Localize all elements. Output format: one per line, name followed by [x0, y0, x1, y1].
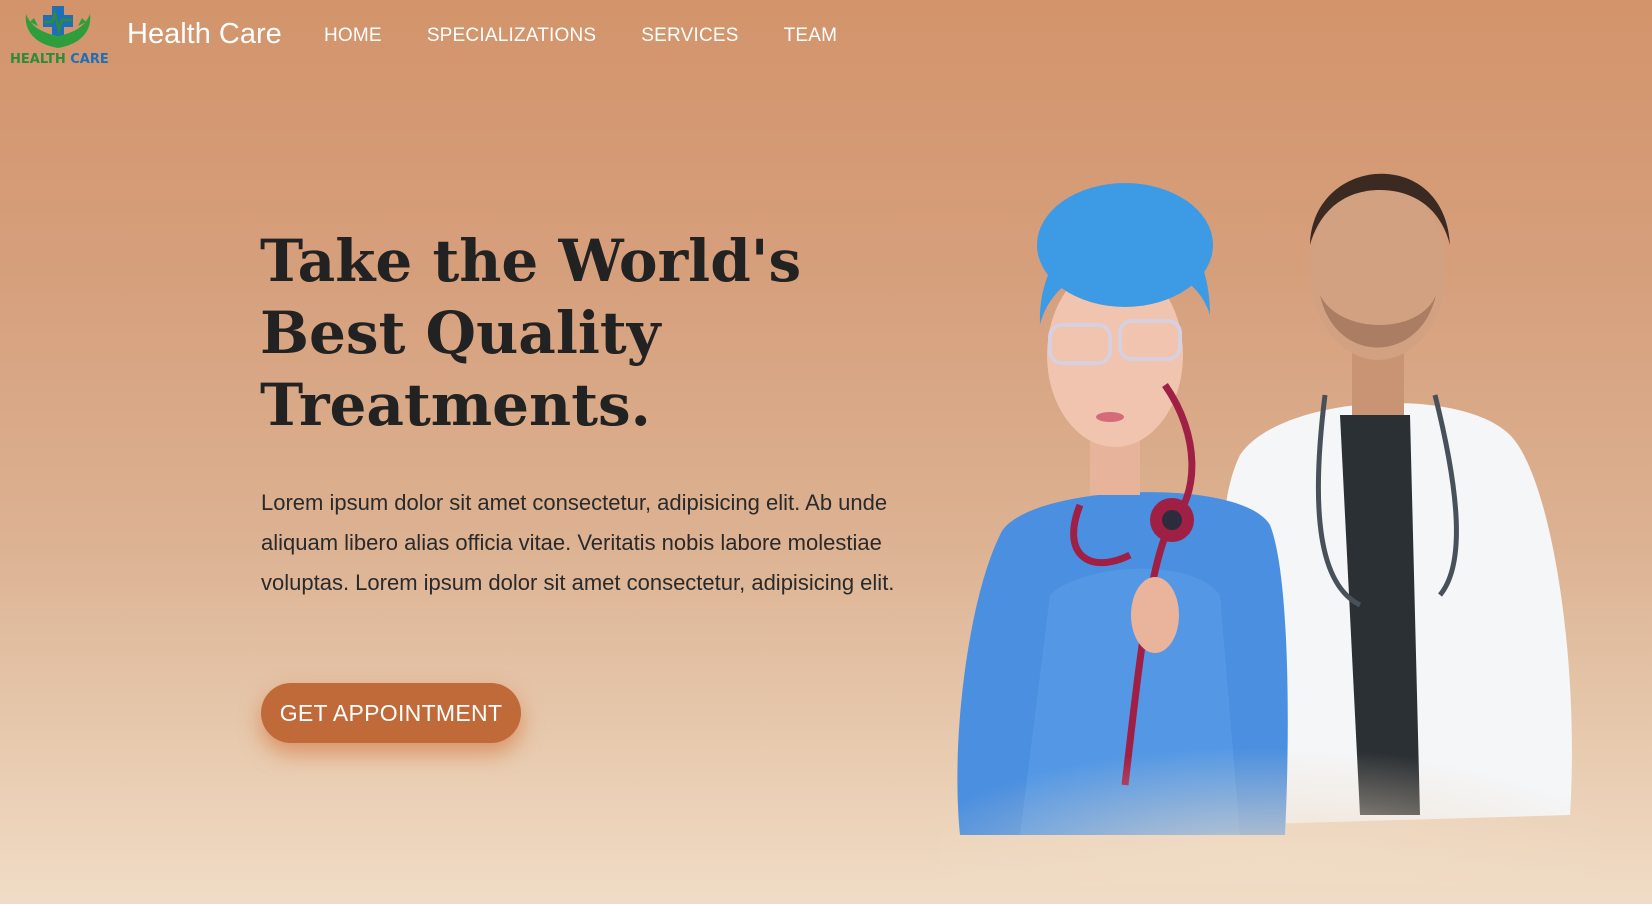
hero-paragraph: Lorem ipsum dolor sit amet consectetur, …	[261, 490, 895, 595]
hero-title-line-2: Best Quality	[260, 299, 661, 367]
nav-link-team[interactable]: TEAM	[784, 25, 838, 47]
logo-text-health: HEALTH	[10, 52, 66, 67]
nav-link-services[interactable]: SERVICES	[641, 25, 738, 47]
health-care-logo[interactable]: HEALTH CARE	[8, 4, 112, 68]
navbar: HEALTH CARE Health Care HOME SPECIALIZAT…	[0, 0, 1652, 74]
logo-text-care: CARE	[70, 52, 109, 67]
hero-title: Take the World's Best Quality Treatments…	[260, 225, 880, 441]
hero-title-line-3: Treatments.	[260, 371, 651, 439]
nav-link-home[interactable]: HOME	[324, 25, 382, 47]
doctors-image	[940, 173, 1600, 885]
get-appointment-button[interactable]: GET APPOINTMENT	[261, 683, 521, 743]
nav-link-specializations[interactable]: SPECIALIZATIONS	[427, 25, 596, 47]
nav-links: HOME SPECIALIZATIONS SERVICES TEAM	[324, 25, 837, 47]
logo-text: HEALTH CARE	[10, 52, 114, 67]
hands-cross-icon	[25, 6, 91, 48]
hero-title-line-1: Take the World's	[260, 227, 802, 295]
brand-name[interactable]: Health Care	[127, 18, 282, 51]
